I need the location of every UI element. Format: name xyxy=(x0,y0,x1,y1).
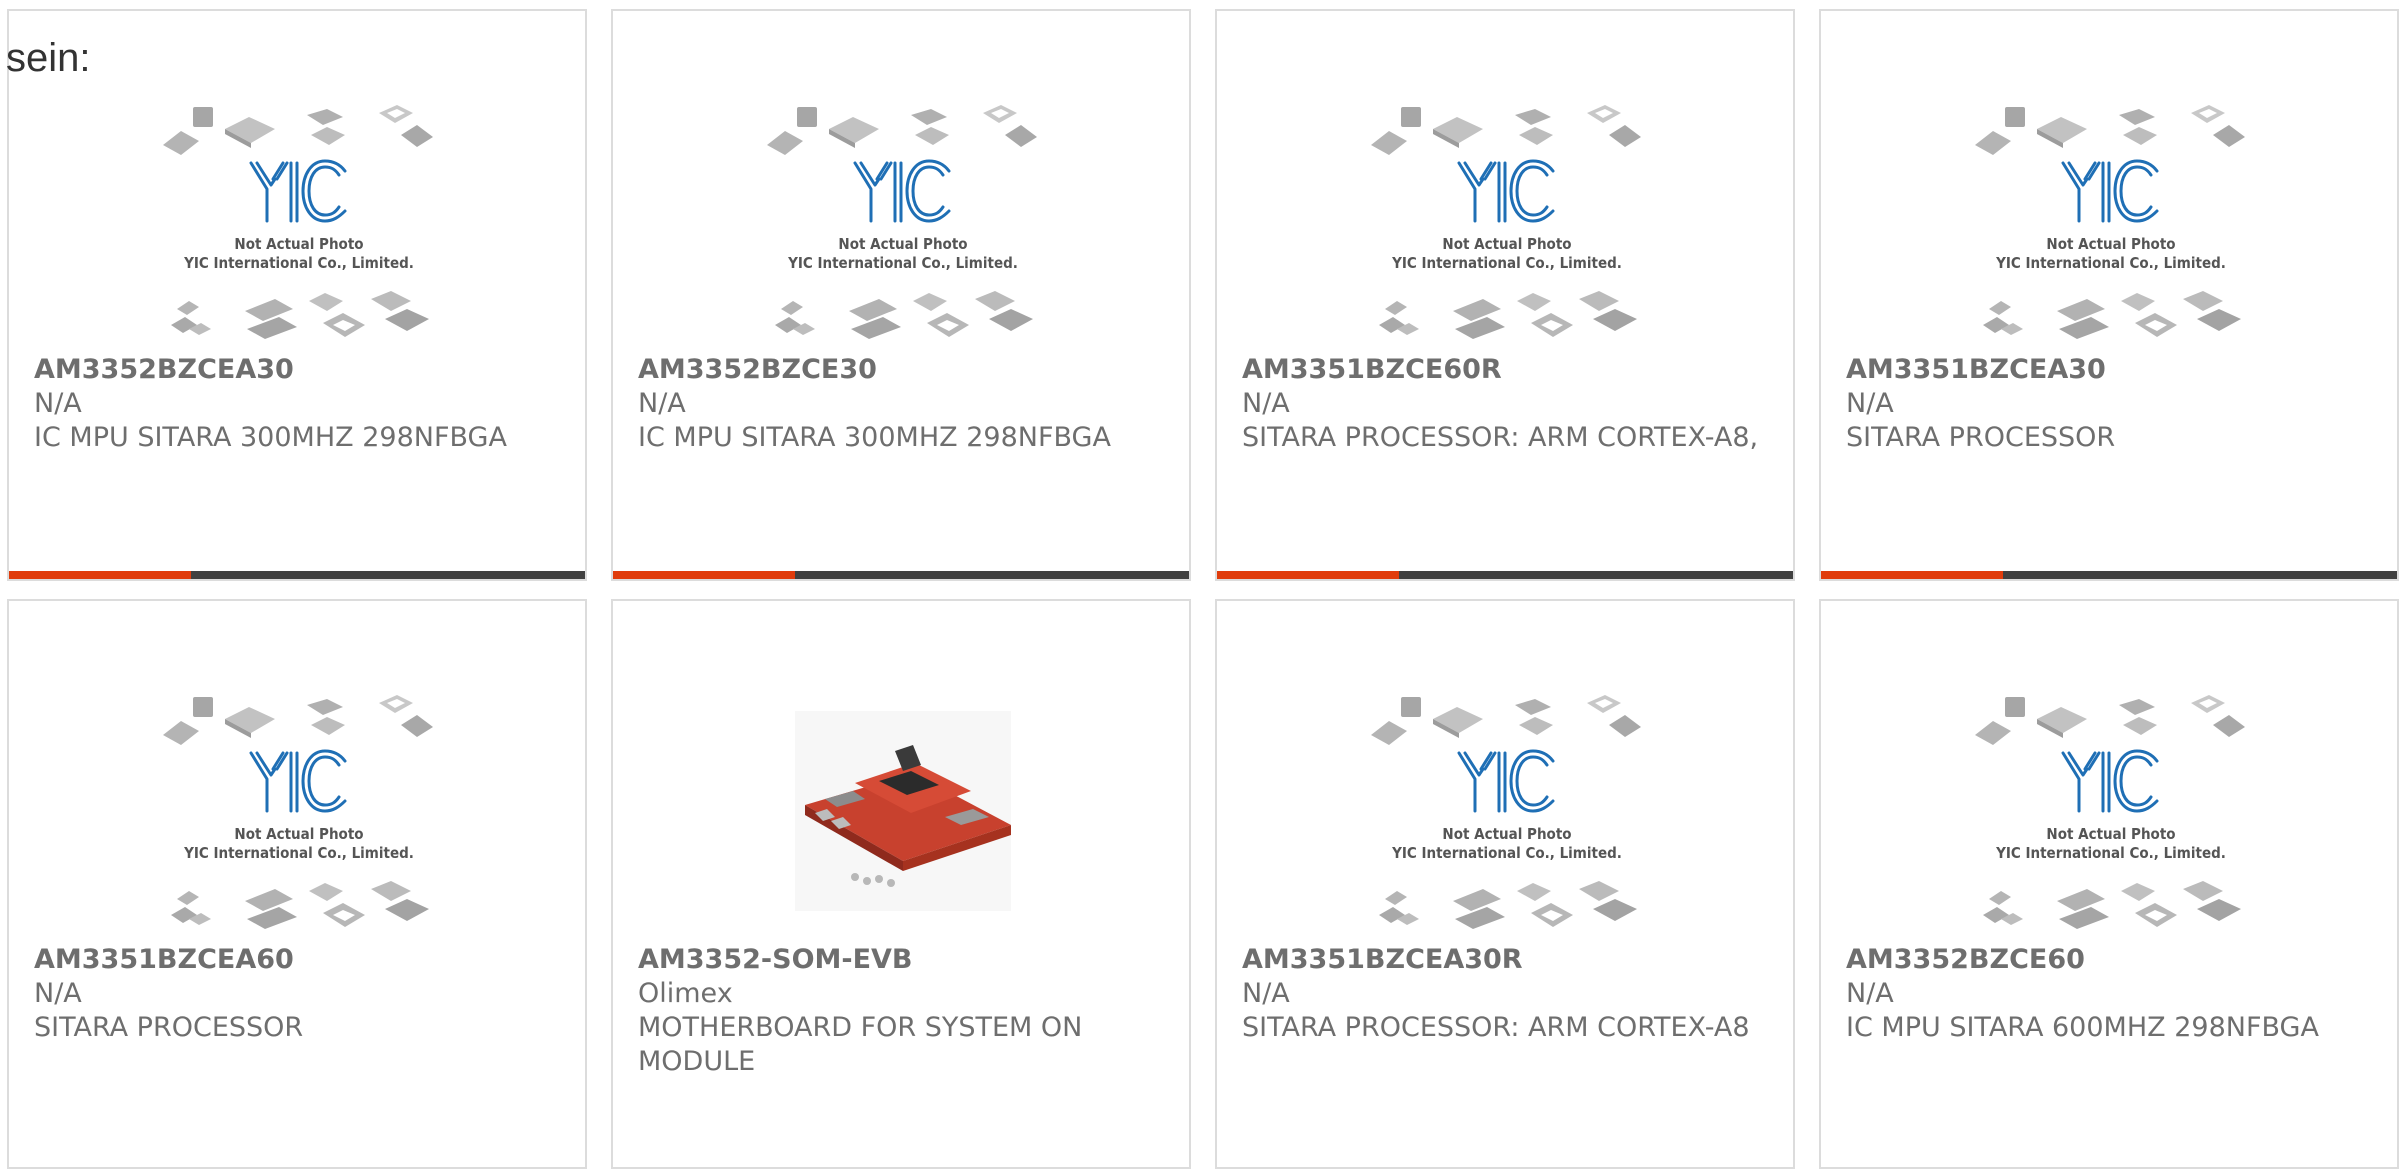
card-accent-bar xyxy=(1821,571,2003,579)
part-number[interactable]: AM3352-SOM-EVB xyxy=(638,943,1158,977)
description: SITARA PROCESSOR: ARM CORTEX-A8, xyxy=(1242,422,1759,453)
description: IC MPU SITARA 300MHZ 298NFBGA xyxy=(638,422,1111,453)
part-number[interactable]: AM3352BZCEA30 xyxy=(34,353,554,387)
description: SITARA PROCESSOR xyxy=(34,1012,304,1043)
product-image-placeholder[interactable]: Not Actual Photo YIC International Co., … xyxy=(765,101,1041,349)
card-footer-bar xyxy=(9,571,585,579)
placeholder-caption-1: Not Actual Photo xyxy=(1442,235,1571,253)
card-accent-bar xyxy=(9,571,191,579)
placeholder-caption-2: YIC International Co., Limited. xyxy=(183,844,414,862)
description: SITARA PROCESSOR xyxy=(1846,422,2116,453)
part-number[interactable]: AM3351BZCE60R xyxy=(1242,353,1762,387)
placeholder-caption-1: Not Actual Photo xyxy=(234,825,363,843)
placeholder-caption-2: YIC International Co., Limited. xyxy=(1995,844,2226,862)
product-image-placeholder[interactable]: Not Actual Photo YIC International Co., … xyxy=(1369,101,1645,349)
card-footer-bar xyxy=(613,571,1189,579)
card-footer-bar xyxy=(1821,571,2397,579)
product-card[interactable]: Not Actual Photo YIC International Co., … xyxy=(1819,9,2399,581)
manufacturer: N/A xyxy=(1846,978,1894,1009)
placeholder-caption-2: YIC International Co., Limited. xyxy=(787,254,1018,272)
description: IC MPU SITARA 300MHZ 298NFBGA xyxy=(34,422,507,453)
product-card[interactable]: Not Actual Photo YIC International Co., … xyxy=(1215,9,1795,581)
placeholder-caption-1: Not Actual Photo xyxy=(1442,825,1571,843)
product-image-placeholder[interactable]: Not Actual Photo YIC International Co., … xyxy=(1973,101,2249,349)
part-number[interactable]: AM3351BZCEA30 xyxy=(1846,353,2366,387)
part-number[interactable]: AM3352BZCE30 xyxy=(638,353,1158,387)
manufacturer: Olimex xyxy=(638,978,733,1009)
description: IC MPU SITARA 600MHZ 298NFBGA xyxy=(1846,1012,2319,1043)
product-card[interactable]: Not Actual Photo YIC International Co., … xyxy=(1215,599,1795,1169)
card-accent-bar xyxy=(1217,571,1399,579)
placeholder-caption-1: Not Actual Photo xyxy=(2046,235,2175,253)
product-card[interactable]: Not Actual Photo YIC International Co., … xyxy=(1819,599,2399,1169)
part-number[interactable]: AM3351BZCEA60 xyxy=(34,943,554,977)
description: SITARA PROCESSOR: ARM CORTEX-A8 xyxy=(1242,1012,1750,1043)
product-image-placeholder[interactable]: Not Actual Photo YIC International Co., … xyxy=(161,101,437,349)
placeholder-caption-1: Not Actual Photo xyxy=(2046,825,2175,843)
manufacturer: N/A xyxy=(34,388,82,419)
card-footer-bar xyxy=(1217,571,1793,579)
product-photo[interactable] xyxy=(765,691,1041,939)
product-card[interactable]: Not Actual Photo YIC International Co., … xyxy=(7,9,587,581)
part-number[interactable]: AM3352BZCE60 xyxy=(1846,943,2366,977)
intro-text: sein: xyxy=(6,36,91,80)
placeholder-caption-2: YIC International Co., Limited. xyxy=(1995,254,2226,272)
manufacturer: N/A xyxy=(638,388,686,419)
part-number[interactable]: AM3351BZCEA30R xyxy=(1242,943,1762,977)
placeholder-caption-1: Not Actual Photo xyxy=(234,235,363,253)
placeholder-caption-1: Not Actual Photo xyxy=(838,235,967,253)
placeholder-caption-2: YIC International Co., Limited. xyxy=(1391,844,1622,862)
manufacturer: N/A xyxy=(1242,388,1290,419)
product-image-placeholder[interactable]: Not Actual Photo YIC International Co., … xyxy=(1973,691,2249,939)
product-image-placeholder[interactable]: Not Actual Photo YIC International Co., … xyxy=(161,691,437,939)
product-card[interactable]: Not Actual Photo YIC International Co., … xyxy=(611,9,1191,581)
placeholder-caption-2: YIC International Co., Limited. xyxy=(1391,254,1622,272)
manufacturer: N/A xyxy=(1242,978,1290,1009)
product-card[interactable]: Not Actual Photo YIC International Co., … xyxy=(7,599,587,1169)
manufacturer: N/A xyxy=(1846,388,1894,419)
product-card[interactable]: AM3352-SOM-EVB Olimex MOTHERBOARD FOR SY… xyxy=(611,599,1191,1169)
manufacturer: N/A xyxy=(34,978,82,1009)
description: MOTHERBOARD FOR SYSTEM ON MODULE xyxy=(638,1012,1083,1077)
product-image-placeholder[interactable]: Not Actual Photo YIC International Co., … xyxy=(1369,691,1645,939)
placeholder-caption-2: YIC International Co., Limited. xyxy=(183,254,414,272)
card-accent-bar xyxy=(613,571,795,579)
